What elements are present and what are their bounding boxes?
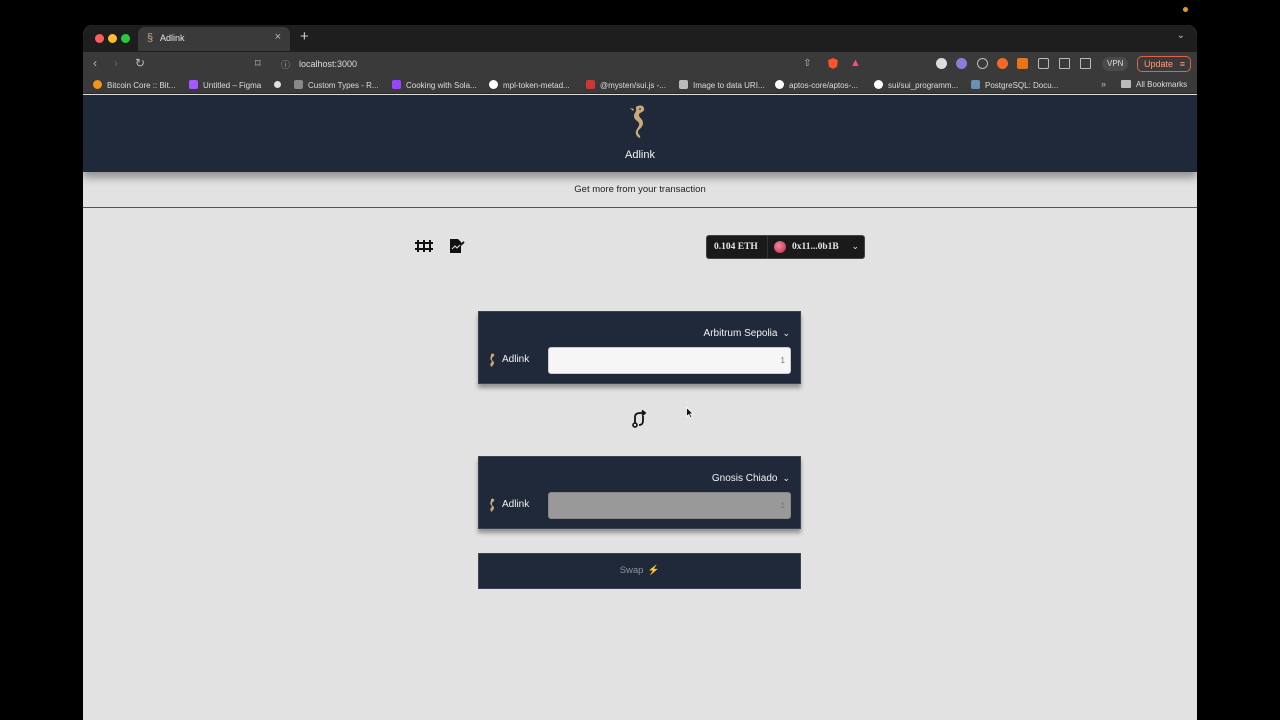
wallet-divider (767, 236, 768, 258)
minimize-window-button[interactable] (108, 34, 117, 43)
url-text[interactable]: localhost:3000 (299, 59, 357, 69)
bookmark-item[interactable]: @mysten/sui.js -... (586, 80, 666, 92)
tagline: Get more from your transaction (574, 184, 706, 195)
switch-chains-icon[interactable] (629, 409, 649, 429)
folder-icon (1121, 80, 1131, 88)
seahorse-icon (490, 498, 495, 512)
menu-icon: ≡ (1179, 59, 1185, 69)
info-icon[interactable]: ⓘ (281, 58, 290, 71)
browser-window: § Adlink × + ⌄ ‹ › ↻ ⌑ ⓘ localhost:3000 … (83, 25, 1197, 720)
app-header: Adlink (83, 95, 1197, 172)
extension-icon[interactable] (956, 58, 967, 69)
destination-chain-select[interactable]: Gnosis Chiado ⌄ (712, 473, 790, 484)
solana-icon (392, 80, 401, 89)
browser-toolbar: ‹ › ↻ ⌑ ⓘ localhost:3000 ⇧ ▲ VPN Update … (83, 52, 1197, 77)
image-icon (679, 80, 688, 89)
address-bar[interactable]: ⓘ localhost:3000 ⇧ (278, 55, 868, 74)
forward-icon[interactable]: › (114, 56, 118, 70)
source-amount-input[interactable] (548, 347, 791, 374)
bookmark-item[interactable]: aptos-core/aptos-... (775, 80, 858, 92)
chart-file-icon[interactable] (449, 239, 465, 253)
github-icon (775, 80, 784, 89)
double-chevron-down-icon: ⌄ (782, 328, 790, 338)
tab-adlink[interactable]: § Adlink × (138, 27, 290, 51)
bookmark-item[interactable]: Image to data URI... (679, 80, 765, 92)
seahorse-logo-icon[interactable] (628, 104, 650, 140)
bookmark-item[interactable]: Bitcoin Core :: Bit... (93, 80, 175, 92)
seahorse-icon (490, 353, 495, 367)
wallet-button[interactable]: 0.104 ETH 0x11...0b1B ⌄ (706, 235, 865, 259)
tab-title: Adlink (160, 33, 185, 43)
back-icon[interactable]: ‹ (93, 56, 97, 70)
bookmark-item[interactable]: Untitled – Figma (189, 80, 261, 92)
close-icon[interactable]: × (275, 31, 281, 43)
postgresql-icon (971, 80, 980, 89)
destination-chain-label: Gnosis Chiado (711, 473, 778, 484)
bitcoin-icon (93, 80, 102, 89)
plus-icon[interactable]: + (300, 28, 309, 45)
destination-amount-input (548, 492, 791, 519)
figma-icon (189, 80, 198, 89)
brave-rewards-icon[interactable]: ▲ (850, 57, 861, 69)
update-label: Update (1144, 59, 1174, 69)
maximize-window-button[interactable] (121, 34, 130, 43)
source-chain-label: Arbitrum Sepolia (703, 328, 778, 339)
github-icon (489, 80, 498, 89)
tagline-bar: Get more from your transaction (83, 172, 1197, 208)
bookmark-favicon (274, 81, 281, 88)
chevron-down-icon: ⌄ (851, 241, 859, 251)
puzzle-icon[interactable] (1038, 58, 1049, 69)
avatar (774, 241, 786, 253)
app-page: Adlink Get more from your transaction 0.… (83, 95, 1197, 720)
all-bookmarks-button[interactable]: All Bookmarks (1121, 80, 1187, 89)
document-icon (294, 80, 303, 89)
reload-icon[interactable]: ↻ (135, 56, 145, 70)
notification-dot (1183, 7, 1188, 12)
destination-card: Gnosis Chiado ⌄ Adlink (478, 456, 801, 529)
close-window-button[interactable] (95, 34, 104, 43)
bookmark-item[interactable] (274, 80, 286, 92)
tab-strip: § Adlink × + ⌄ (83, 25, 1197, 52)
metamask-icon[interactable] (1017, 58, 1028, 69)
destination-token-label: Adlink (502, 499, 530, 510)
bookmarks-bar: Bitcoin Core :: Bit... Untitled – Figma … (83, 77, 1197, 94)
update-button[interactable]: Update ≡ (1137, 56, 1191, 72)
github-icon (874, 80, 883, 89)
seahorse-icon: § (147, 32, 154, 44)
bookmark-item[interactable]: sui/sui_programm... (874, 80, 958, 92)
sidebar-icon[interactable] (1059, 58, 1070, 69)
chevron-down-icon[interactable]: ⌄ (1177, 30, 1185, 41)
bookmark-icon[interactable]: ⌑ (255, 57, 261, 70)
wallet-address: 0x11...0b1B (792, 242, 839, 252)
extension-icon[interactable] (977, 58, 988, 69)
bookmark-item[interactable]: Cooking with Sola... (392, 80, 477, 92)
wallet-icon[interactable] (1080, 58, 1091, 69)
double-chevron-down-icon: ⌄ (782, 473, 790, 483)
bookmark-item[interactable]: mpl-token-metad... (489, 80, 570, 92)
extension-icon[interactable] (936, 58, 947, 69)
source-card: Arbitrum Sepolia ⌄ Adlink (478, 311, 801, 384)
bookmarks-overflow-button[interactable]: » (1101, 79, 1106, 89)
bridge-icon[interactable] (415, 239, 433, 253)
extension-icon[interactable] (997, 58, 1008, 69)
source-chain-select[interactable]: Arbitrum Sepolia ⌄ (704, 328, 790, 339)
bookmark-item[interactable]: PostgreSQL: Docu... (971, 80, 1058, 92)
swap-label: Swap (619, 565, 644, 576)
brand-name: Adlink (625, 149, 655, 161)
source-token-label: Adlink (502, 354, 530, 365)
swap-button[interactable]: Swap ⚡ (478, 553, 801, 589)
vpn-button[interactable]: VPN (1102, 57, 1129, 71)
npm-icon (586, 80, 595, 89)
bookmark-item[interactable]: Custom Types - R... (294, 80, 379, 92)
lightning-icon: ⚡ (647, 565, 660, 576)
wallet-balance: 0.104 ETH (714, 242, 758, 252)
mouse-cursor-icon (686, 407, 694, 419)
share-icon[interactable]: ⇧ (803, 58, 811, 69)
